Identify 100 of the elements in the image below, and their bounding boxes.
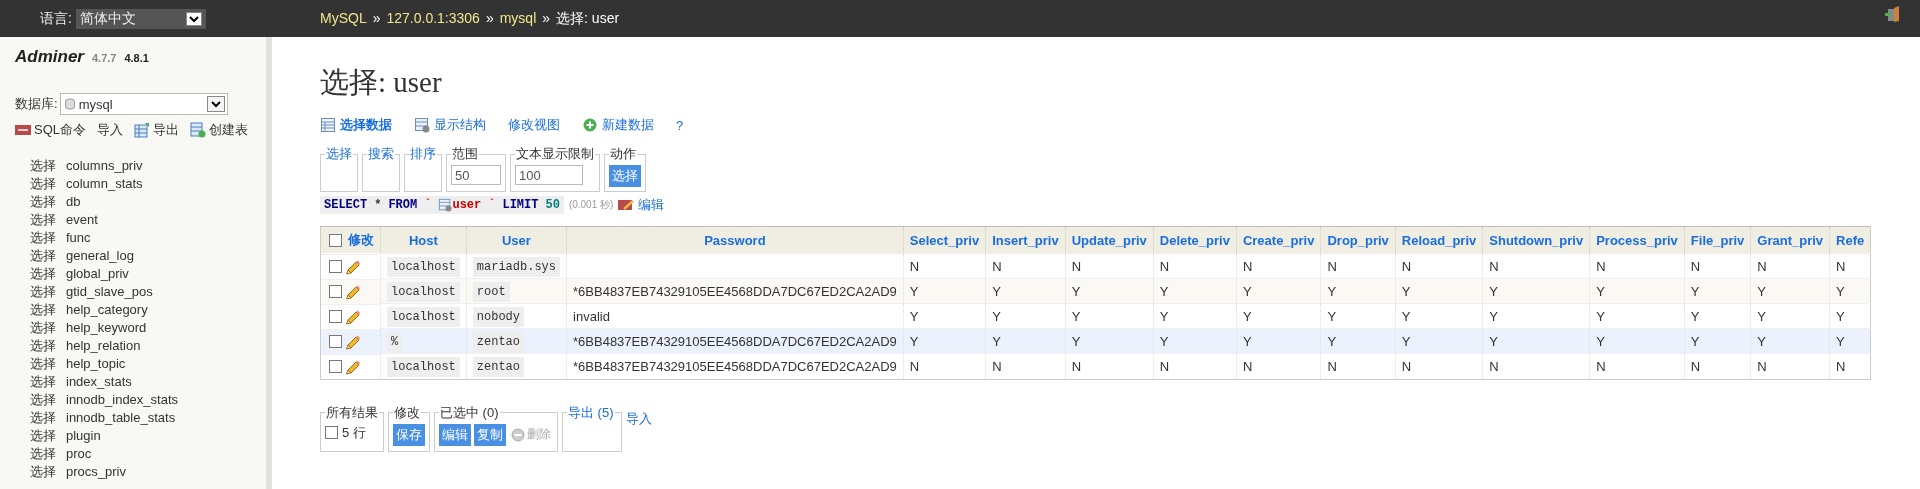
table-cell: Y [1401,283,1411,299]
filter-legend-link[interactable]: 搜索 [368,146,394,161]
table-cell: N [1401,358,1412,374]
breadcrumb-link[interactable]: MySQL [320,9,367,28]
checkbox[interactable] [329,233,342,247]
nav-link[interactable]: 显示结构 [414,116,486,134]
select-link[interactable]: 选择 [30,247,56,265]
nav-link[interactable]: 修改视图 [508,116,560,134]
table-row[interactable]: localhost nobody invalid Y Y Y Y Y Y Y Y Y Y Y Y [320,303,1871,329]
table-cell: Y [1159,308,1169,324]
pencil-icon[interactable] [345,258,361,275]
filter-legend: 范围 [452,146,478,161]
import-link[interactable]: 导入 [626,409,652,428]
table-cell: N [1596,358,1606,374]
filter-legend-link[interactable]: 排序 [410,146,436,161]
table-link[interactable]: innodb_index_stats [66,391,179,409]
table-link[interactable]: global_priv [66,265,129,283]
table-cell: Y [1159,283,1169,299]
database-select[interactable]: mysql [59,93,228,115]
column-header[interactable]: Host [408,232,438,248]
table-link[interactable]: help_keyword [66,319,147,337]
table-row[interactable]: localhost zentao *6BB4837EB74329105EE4568DDA7DC67ED2CA2AD9 N N N N N N N N N N N N [320,353,1871,379]
table-cell: N [1159,358,1170,374]
table-cell: Y [1489,283,1498,299]
select-link[interactable]: 选择 [30,265,56,283]
table-cell: Y [1836,283,1845,299]
edit-query-link[interactable]: 编辑 [618,196,665,214]
select-link[interactable]: 选择 [30,301,56,319]
select-link[interactable]: 选择 [30,175,56,193]
breadcrumb-link[interactable]: 127.0.0.1:3306 [386,9,480,28]
select-link[interactable]: 选择 [30,355,56,373]
select-link[interactable]: 选择 [30,193,56,211]
table-link[interactable]: help_category [66,301,148,319]
table-link[interactable]: help_relation [66,337,141,355]
select-link[interactable]: 选择 [30,157,56,175]
nav-link[interactable]: 新建数据 [582,116,654,134]
select-link[interactable]: 选择 [30,409,56,427]
table-cell: N [1489,258,1499,274]
select-link[interactable]: 选择 [30,283,56,301]
column-header[interactable]: Password [704,232,766,248]
nav-link[interactable]: ? [676,117,684,133]
version-number: 4.8.1 [124,52,149,64]
table-link[interactable]: gtid_slave_pos [66,283,153,301]
table-cell: N [1071,258,1082,274]
table-row[interactable]: % zentao *6BB4837EB74329105EE4568DDA7DC67ED2CA2AD9 Y Y Y Y Y Y Y Y Y Y Y Y [320,328,1871,354]
table-link[interactable]: plugin [66,427,101,445]
checkbox[interactable] [329,335,342,348]
table-link[interactable]: help_topic [66,355,126,373]
checkbox[interactable] [329,360,342,373]
logout-door-icon[interactable] [1885,6,1901,22]
table-row[interactable]: localhost root *6BB4837EB74329105EE4568DDA7DC67ED2CA2AD9 Y Y Y Y Y Y Y Y Y Y Y Y [320,278,1871,304]
select-link[interactable]: 选择 [30,211,56,229]
column-header[interactable]: User [501,232,531,248]
table-link[interactable]: innodb_table_stats [66,409,176,427]
table-export-icon [134,122,150,138]
select-link[interactable]: 选择 [30,463,56,481]
table-link[interactable]: index_stats [66,373,132,391]
select-link[interactable]: 选择 [30,337,56,355]
table-link[interactable]: db [66,193,81,211]
checkbox[interactable] [329,260,342,273]
select-link[interactable]: 选择 [30,391,56,409]
select-link[interactable]: 选择 [30,319,56,337]
select-link[interactable]: 选择 [30,229,56,247]
checkbox[interactable] [325,426,338,439]
table-cell: N [1836,358,1846,374]
input-field[interactable]: 100 [515,165,583,185]
table-link[interactable]: proc [66,445,92,463]
checkbox[interactable] [329,285,342,298]
pencil-icon[interactable] [345,283,361,300]
export-legend-link[interactable]: 导出 (5) [568,404,614,420]
sidebar-tool-link[interactable]: 导入 [97,121,123,139]
caret-icon [206,96,225,112]
table-cell: N [1690,258,1701,274]
select-link[interactable]: 选择 [30,427,56,445]
sidebar-tool-link[interactable]: 创建表 [190,121,248,139]
language-select[interactable]: 简体中文 [75,8,206,29]
select-link[interactable]: 选择 [30,445,56,463]
select-link[interactable]: 选择 [30,373,56,391]
table-row[interactable]: localhost mariadb.sys N N N N N N N N N N N N [320,253,1871,279]
breadcrumb-link[interactable]: mysql [499,9,537,28]
input-field[interactable]: 50 [451,165,501,185]
table-link[interactable]: event [66,211,98,229]
sidebar-tool-link[interactable]: SQL命令 [15,121,86,139]
pencil-icon[interactable] [345,333,361,350]
checkbox[interactable] [329,310,342,323]
table-link[interactable]: func [66,229,91,247]
filter-legend-link[interactable]: 选择 [326,146,352,161]
table-link[interactable]: procs_priv [66,463,126,481]
table-link[interactable]: general_log [66,247,134,265]
pencil-icon[interactable] [345,308,361,325]
version-number: 4.7.7 [91,52,117,64]
sidebar-tool-link[interactable]: 导出 [134,121,179,139]
table-cell: Y [1757,333,1766,349]
table-link[interactable]: column_stats [66,175,143,193]
nav-link[interactable]: 选择数据 [320,116,392,134]
table-cell: N [992,358,1002,374]
app-name[interactable]: Adminer [15,47,84,67]
table-cell: Y [1757,308,1766,324]
pencil-icon[interactable] [345,358,361,375]
table-link[interactable]: columns_priv [66,157,143,175]
